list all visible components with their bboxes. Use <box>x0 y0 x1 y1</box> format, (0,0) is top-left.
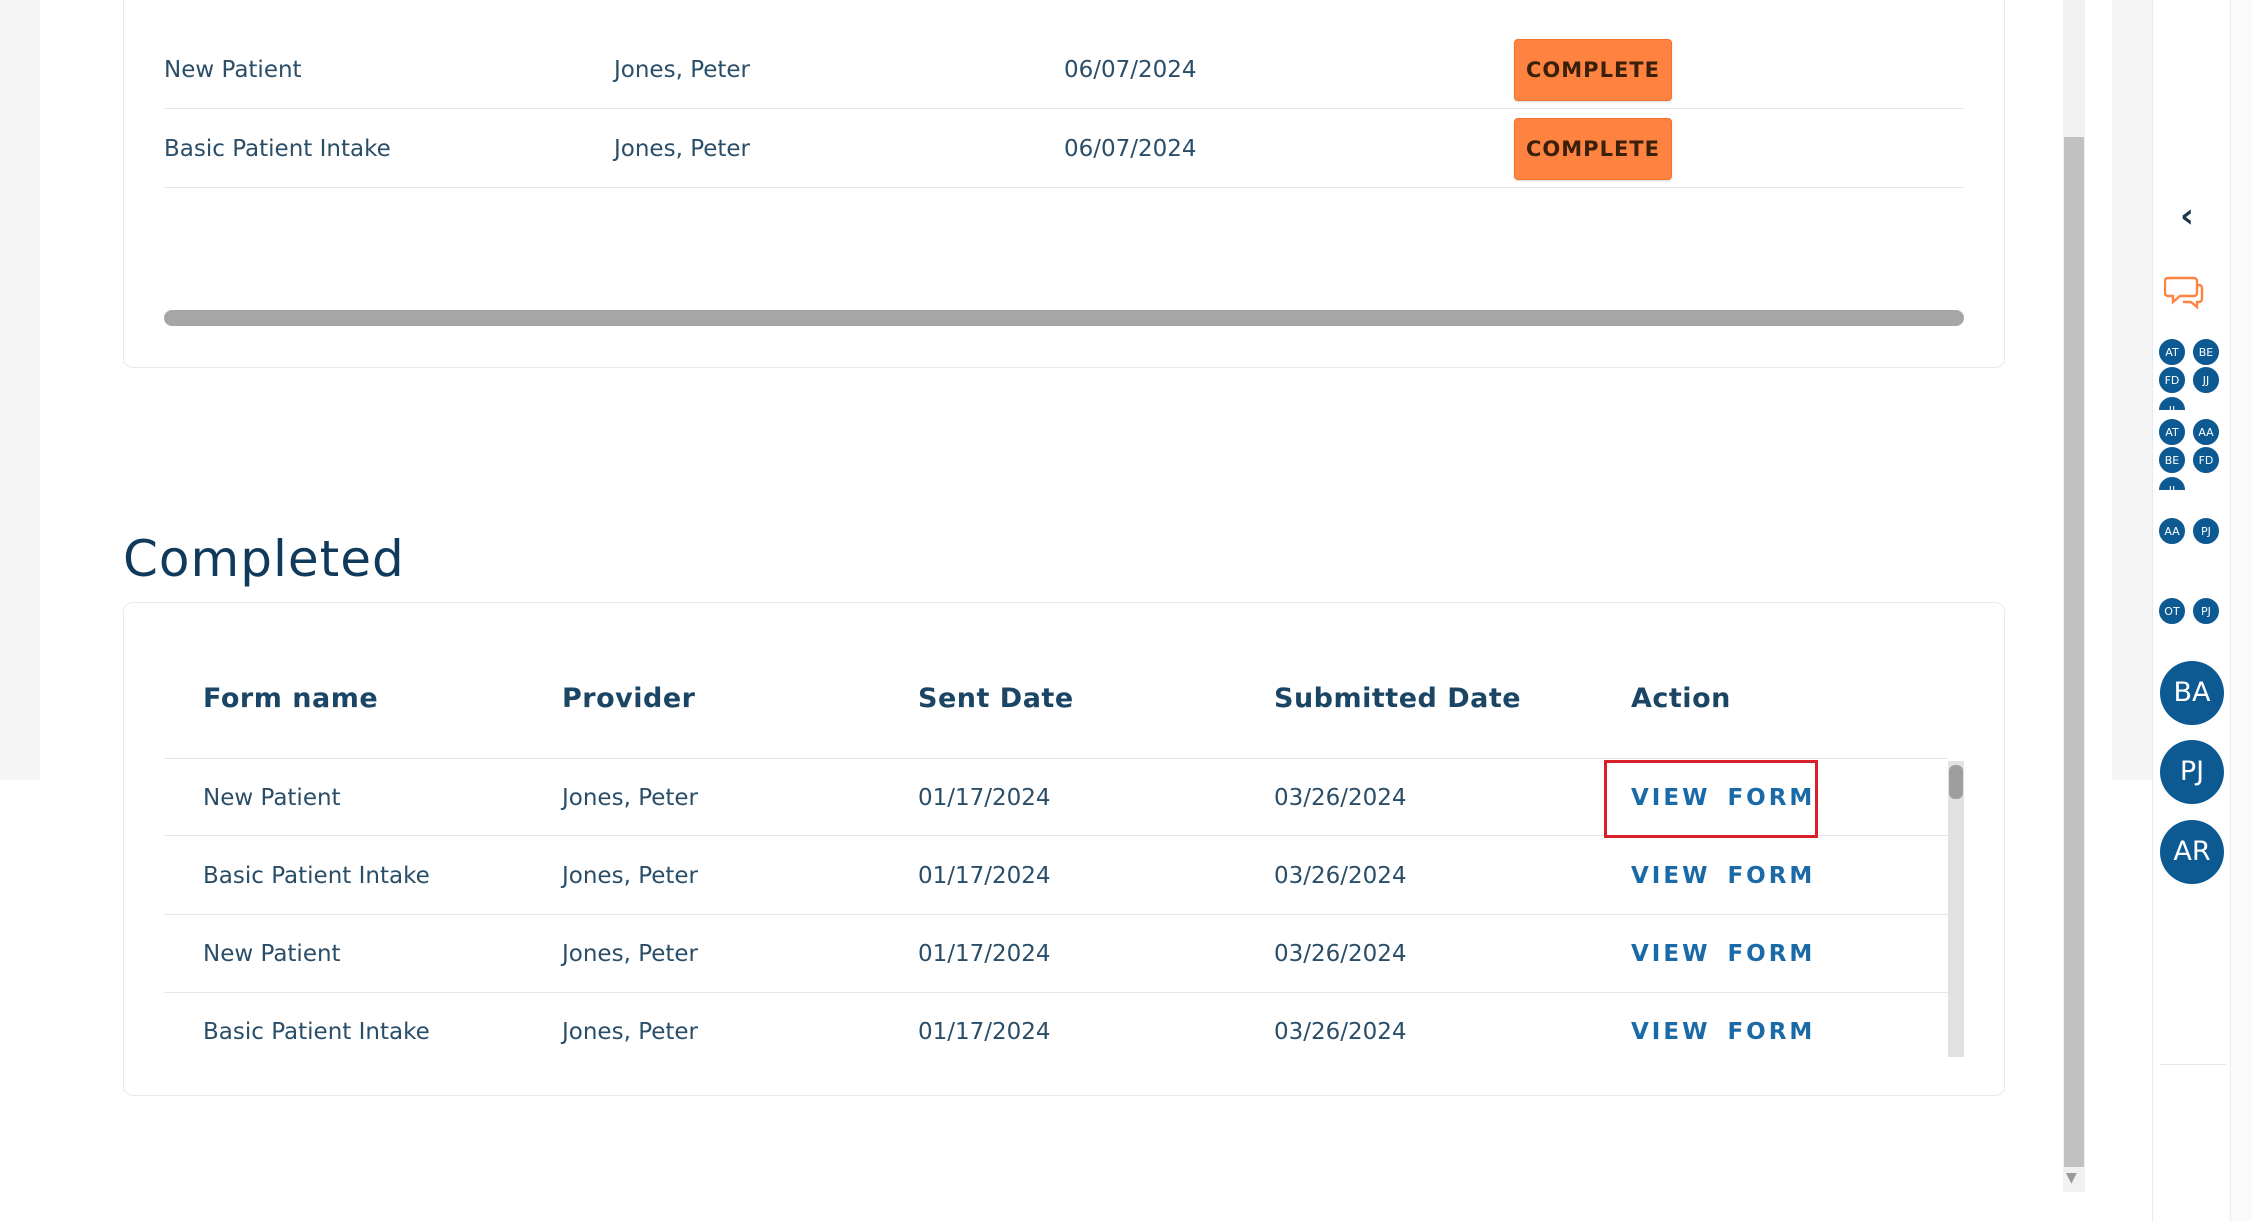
avatar: AT <box>2158 338 2186 366</box>
avatar: FD <box>2158 366 2186 394</box>
form-name-cell: Basic Patient Intake <box>203 1019 430 1045</box>
provider-cell: Jones, Peter <box>614 57 751 83</box>
chevron-left-icon[interactable]: ‹ <box>2180 196 2194 236</box>
chat-bubbles-icon[interactable] <box>2164 272 2204 312</box>
table-vertical-scrollbar[interactable] <box>1948 761 1964 1057</box>
scroll-down-arrow-icon[interactable]: ▼ <box>2066 1170 2077 1186</box>
column-header-sent-date: Sent Date <box>918 683 1074 714</box>
avatar-ar[interactable]: AR <box>2160 820 2224 884</box>
completed-forms-card: Form name Provider Sent Date Submitted D… <box>123 602 2005 1096</box>
form-name-cell: New Patient <box>164 57 302 83</box>
avatar-ba[interactable]: BA <box>2160 661 2224 725</box>
form-name-cell: Basic Patient Intake <box>164 136 391 162</box>
submitted-date-cell: 03/26/2024 <box>1274 785 1407 811</box>
table-row: Basic Patient Intake Jones, Peter 01/17/… <box>164 993 1948 1071</box>
left-gutter <box>0 0 40 780</box>
table-row: New Patient Jones, Peter 06/07/2024 COMP… <box>164 31 1964 109</box>
table-row: Basic Patient Intake Jones, Peter 06/07/… <box>164 110 1964 188</box>
avatar: AA <box>2158 517 2186 545</box>
submitted-date-cell: 03/26/2024 <box>1274 863 1407 889</box>
avatar-group-4[interactable]: OT PJ <box>2158 597 2224 629</box>
column-header-action: Action <box>1631 683 1731 714</box>
complete-button[interactable]: COMPLETE <box>1514 118 1672 180</box>
avatar: BE <box>2158 446 2186 474</box>
sent-date-cell: 06/07/2024 <box>1064 57 1197 83</box>
avatar: PJ <box>2192 517 2220 545</box>
view-form-link[interactable]: VIEW FORM <box>1631 915 1815 993</box>
provider-cell: Jones, Peter <box>614 136 751 162</box>
avatar-group-3[interactable]: AA PJ <box>2158 517 2224 549</box>
avatar: OT <box>2158 597 2186 625</box>
avatar-pj[interactable]: PJ <box>2160 740 2224 804</box>
view-form-link[interactable]: VIEW FORM <box>1631 837 1815 915</box>
column-header-provider: Provider <box>562 683 696 714</box>
form-name-cell: New Patient <box>203 941 341 967</box>
horizontal-scrollbar[interactable] <box>164 310 1964 326</box>
provider-cell: Jones, Peter <box>562 1019 699 1045</box>
avatar: PJ <box>2192 597 2220 625</box>
view-form-highlight <box>1604 760 1818 838</box>
avatar: JJ <box>2158 476 2186 490</box>
sent-date-cell: 01/17/2024 <box>918 1019 1051 1045</box>
avatar-group-1[interactable]: AT BE FD JJ JJ <box>2158 338 2224 410</box>
section-title-completed: Completed <box>123 530 405 588</box>
avatar: JJ <box>2158 396 2186 410</box>
submitted-date-cell: 03/26/2024 <box>1274 941 1407 967</box>
form-name-cell: New Patient <box>203 785 341 811</box>
form-name-cell: Basic Patient Intake <box>203 863 430 889</box>
sent-date-cell: 01/17/2024 <box>918 785 1051 811</box>
avatar: JJ <box>2192 366 2220 394</box>
sent-date-cell: 06/07/2024 <box>1064 136 1197 162</box>
sent-date-cell: 01/17/2024 <box>918 863 1051 889</box>
pending-forms-card: New Patient Jones, Peter 06/07/2024 COMP… <box>123 0 2005 368</box>
avatar: FD <box>2192 446 2220 474</box>
side-panel-edge <box>2230 0 2252 1222</box>
provider-cell: Jones, Peter <box>562 863 699 889</box>
right-gutter <box>2112 0 2152 780</box>
table-scroll-thumb[interactable] <box>1949 765 1963 799</box>
provider-cell: Jones, Peter <box>562 785 699 811</box>
table-row: Basic Patient Intake Jones, Peter 01/17/… <box>164 837 1948 915</box>
sent-date-cell: 01/17/2024 <box>918 941 1051 967</box>
submitted-date-cell: 03/26/2024 <box>1274 1019 1407 1045</box>
table-row: New Patient Jones, Peter 01/17/2024 03/2… <box>164 915 1948 993</box>
view-form-link[interactable]: VIEW FORM <box>1631 993 1815 1071</box>
column-header-submitted-date: Submitted Date <box>1274 683 1522 714</box>
avatar: BE <box>2192 338 2220 366</box>
avatar-group-2[interactable]: AT AA BE FD JJ <box>2158 418 2224 490</box>
column-header-form-name: Form name <box>203 683 379 714</box>
avatar: AT <box>2158 418 2186 446</box>
side-panel-divider <box>2160 1064 2226 1065</box>
complete-button[interactable]: COMPLETE <box>1514 39 1672 101</box>
provider-cell: Jones, Peter <box>562 941 699 967</box>
avatar: AA <box>2192 418 2220 446</box>
page-scroll-thumb[interactable] <box>2064 137 2084 1167</box>
